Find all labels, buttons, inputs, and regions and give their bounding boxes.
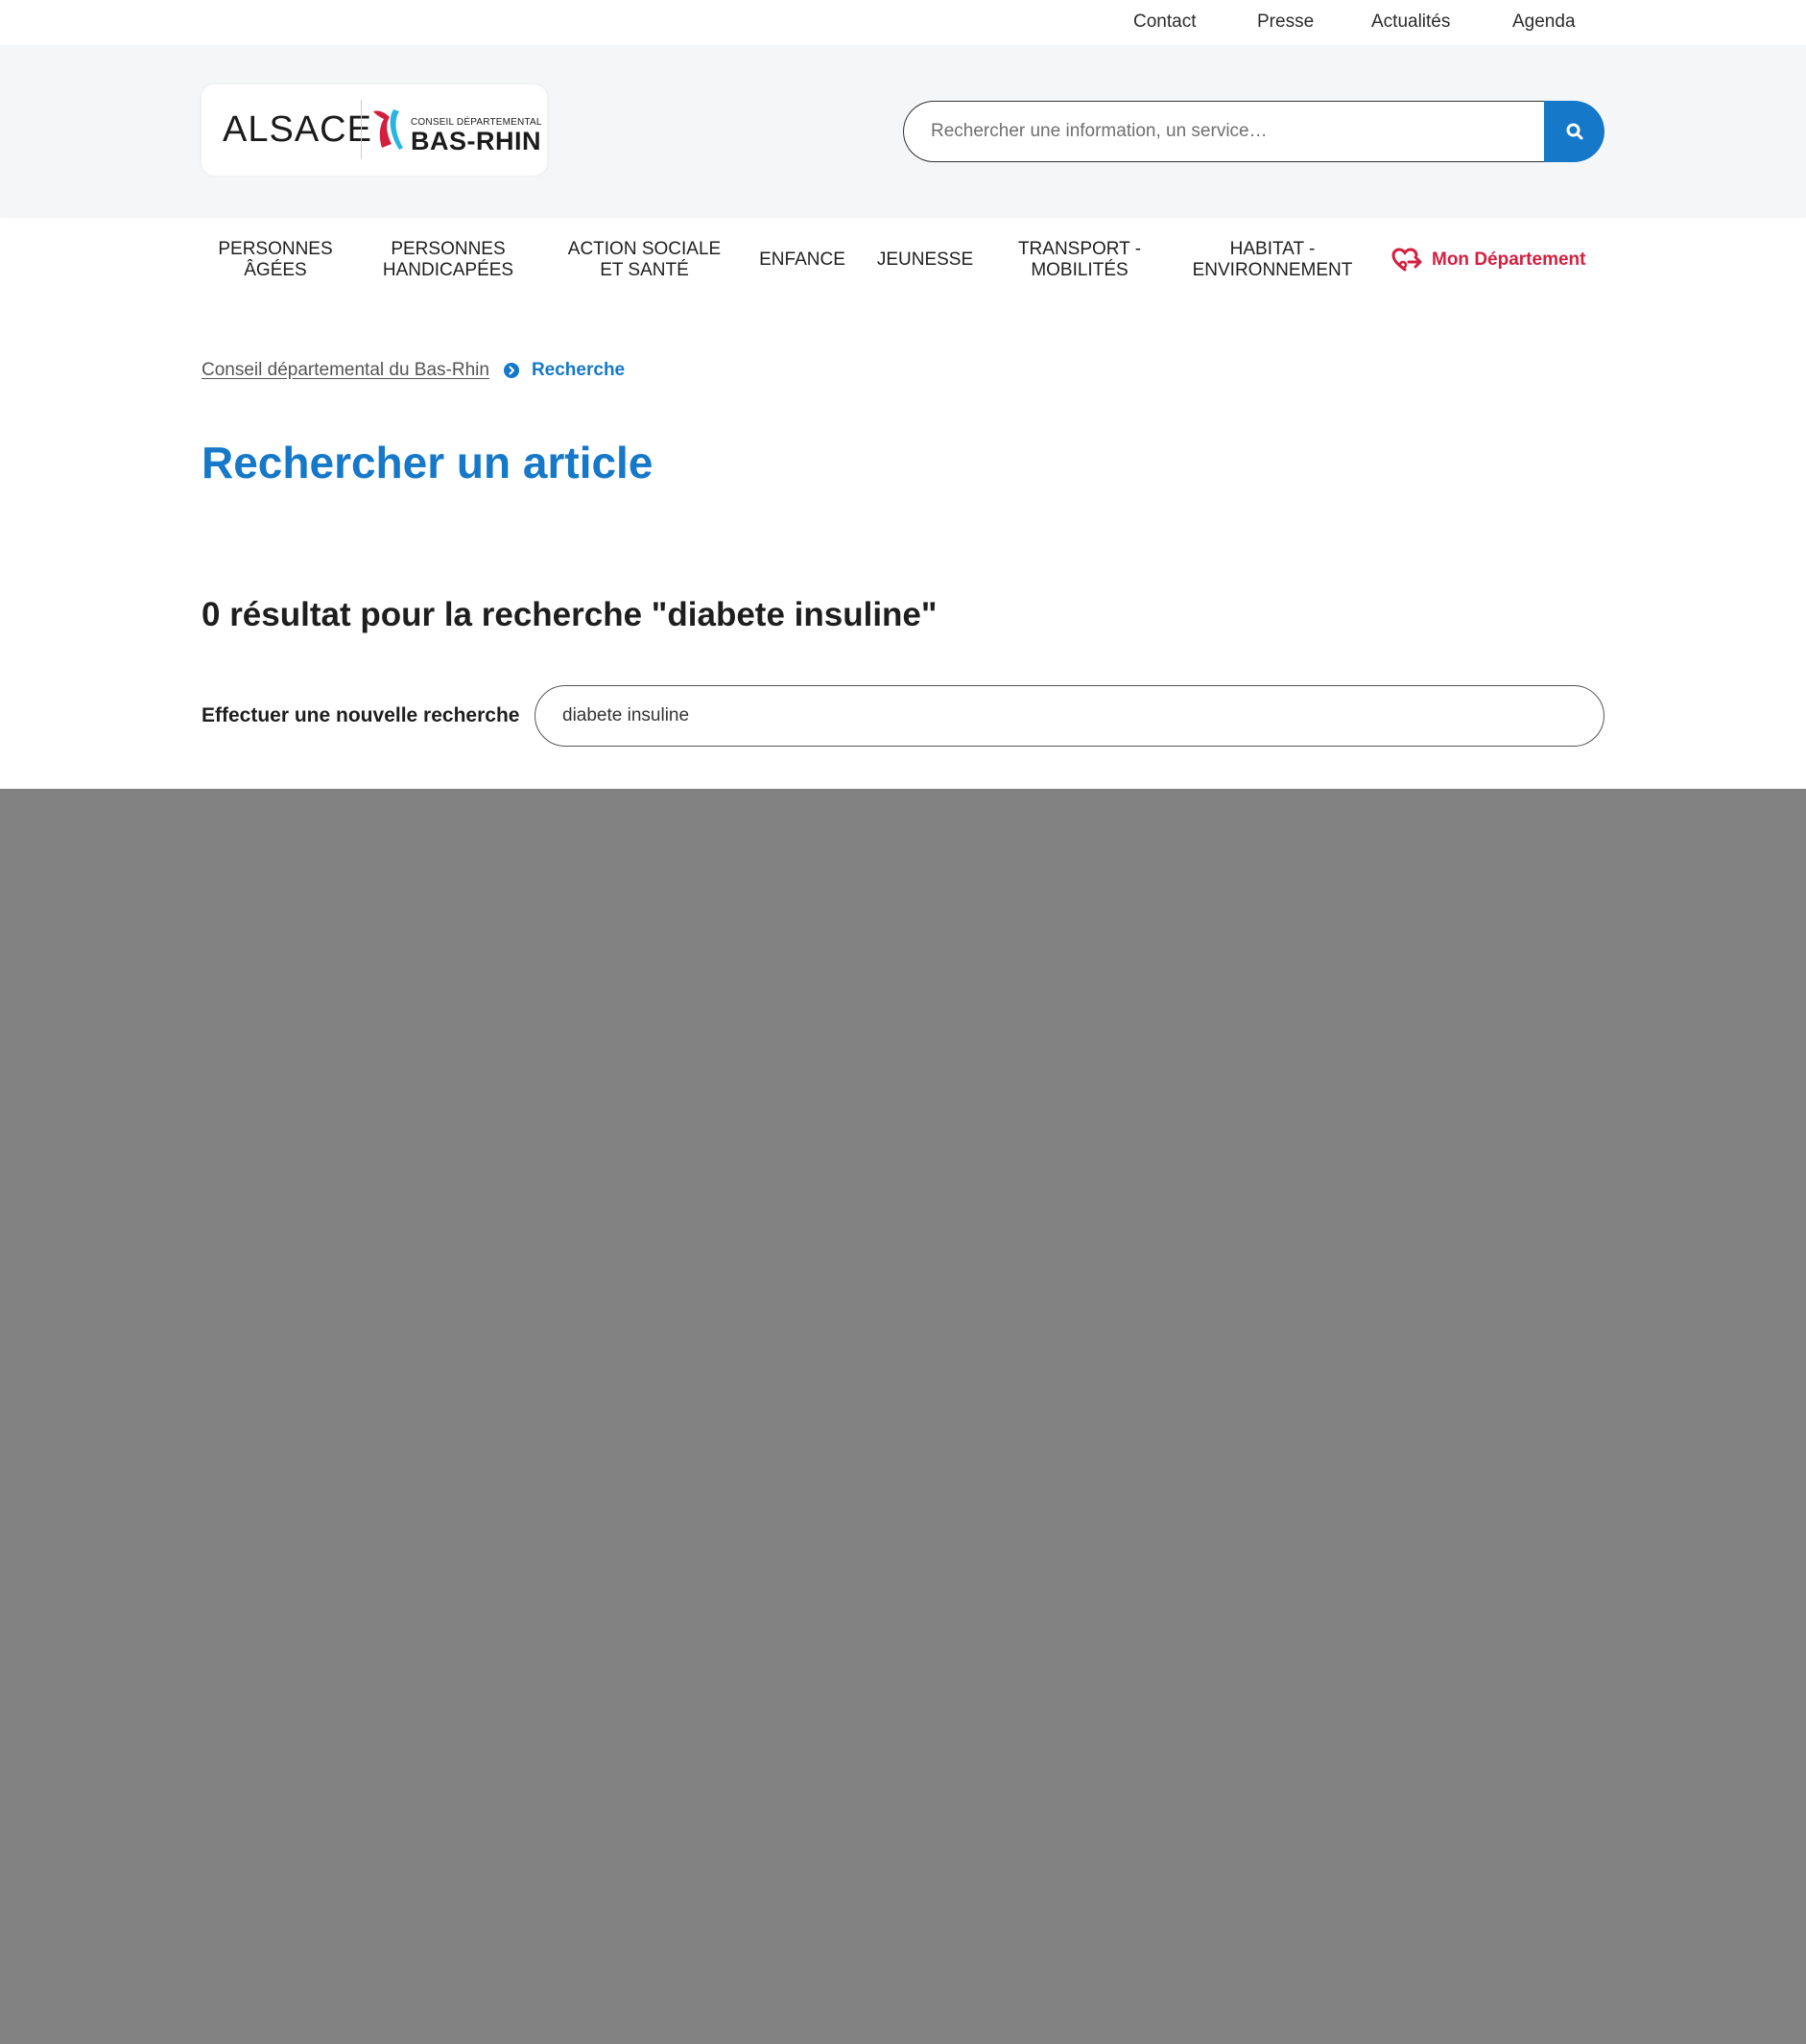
nav-label: ENFANCE	[759, 250, 845, 270]
nav-transport-mobilites[interactable]: TRANSPORT - MOBILITÉS	[1011, 218, 1148, 302]
main-content: Conseil départemental du Bas-Rhin Recher…	[0, 302, 1806, 789]
mon-departement-link[interactable]: Mon Département	[1391, 218, 1585, 302]
nav-habitat-environnement[interactable]: HABITAT - ENVIRONNEMENT	[1186, 218, 1359, 302]
heart-arrow-icon	[1391, 248, 1422, 272]
nav-label: PERSONNES ÂGÉES	[218, 239, 333, 280]
nav-label: TRANSPORT - MOBILITÉS	[1017, 239, 1142, 280]
utility-bar: Contact Presse Actualités Agenda	[0, 0, 1806, 45]
results-heading: 0 résultat pour la recherche "diabete in…	[202, 596, 938, 633]
logo-basrhin-text: BAS-RHIN	[411, 127, 541, 155]
page-title: Rechercher un article	[202, 438, 653, 487]
topnav-presse-link[interactable]: Presse	[1257, 12, 1314, 33]
new-search-input[interactable]	[535, 685, 1604, 747]
breadcrumb: Conseil départemental du Bas-Rhin Recher…	[202, 360, 625, 381]
mon-departement-label: Mon Département	[1432, 250, 1586, 270]
nav-label: HABITAT - ENVIRONNEMENT	[1192, 239, 1353, 280]
header-search-button[interactable]	[1544, 101, 1604, 162]
topnav-agenda-link[interactable]: Agenda	[1512, 12, 1576, 33]
breadcrumb-current: Recherche	[531, 360, 626, 380]
logo-separator	[361, 100, 362, 159]
search-icon	[1566, 123, 1582, 140]
breadcrumb-home-link[interactable]: Conseil départemental du Bas-Rhin	[202, 360, 489, 381]
logo-alsace-text: ALSACE	[223, 109, 372, 150]
nav-label: PERSONNES HANDICAPÉES	[382, 239, 514, 280]
modal-backdrop[interactable]	[0, 789, 1806, 2044]
header-search	[903, 101, 1604, 162]
bas-rhin-emblem-icon	[373, 109, 403, 150]
nav-action-sociale-sante[interactable]: ACTION SOCIALE ET SANTÉ	[561, 218, 727, 302]
header-search-input[interactable]	[903, 101, 1548, 162]
nav-jeunesse[interactable]: JEUNESSE	[871, 218, 979, 302]
site-logo[interactable]: ALSACE CONSEIL DÉPARTEMENTAL BAS-RHIN	[202, 84, 547, 176]
chevron-right-circle-icon	[503, 362, 520, 379]
site-header: ALSACE CONSEIL DÉPARTEMENTAL BAS-RHIN	[0, 45, 1806, 218]
nav-enfance[interactable]: ENFANCE	[754, 218, 850, 302]
nav-label: JEUNESSE	[876, 250, 974, 270]
nav-label: ACTION SOCIALE ET SANTÉ	[567, 239, 722, 280]
nav-personnes-agees[interactable]: PERSONNES ÂGÉES	[206, 218, 345, 302]
main-navigation: PERSONNES ÂGÉES PERSONNES HANDICAPÉES AC…	[0, 218, 1806, 302]
topnav-actualites-link[interactable]: Actualités	[1371, 12, 1450, 33]
nav-personnes-handicapees[interactable]: PERSONNES HANDICAPÉES	[373, 218, 523, 302]
topnav-contact-link[interactable]: Contact	[1133, 12, 1196, 33]
new-search-label: Effectuer une nouvelle recherche	[202, 704, 520, 726]
